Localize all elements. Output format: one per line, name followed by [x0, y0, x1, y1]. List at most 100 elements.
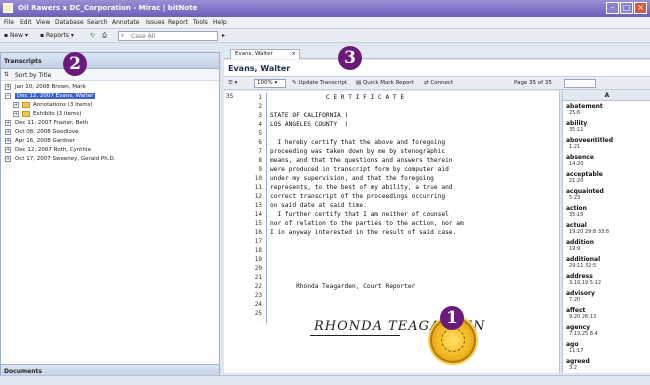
index-entry[interactable]: actual 19:20 29:8 33:8 — [566, 222, 650, 239]
index-refs[interactable]: 3:10,19 5:12 — [566, 280, 650, 286]
tree-subitem[interactable]: + Exhibits (3 items) — [1, 110, 219, 119]
expand-icon[interactable]: + — [5, 138, 11, 144]
index-refs[interactable]: 3:2 — [566, 365, 650, 371]
transcript-line[interactable]: represents, to the best of my ability, a… — [270, 183, 558, 192]
view-options-icon[interactable]: ☰ ▾ — [228, 80, 237, 86]
tree-item[interactable]: + Apr 16, 2008 Gardner — [1, 137, 219, 146]
collapse-icon[interactable]: − — [5, 93, 11, 99]
index-entry[interactable]: abatement 25:6 — [566, 103, 650, 120]
transcript-line[interactable]: were produced in transcript form by comp… — [270, 165, 558, 174]
transcript-line[interactable] — [270, 273, 558, 282]
menu-search[interactable]: Search — [87, 19, 108, 26]
menu-report[interactable]: Report — [168, 19, 188, 26]
transcript-line[interactable]: on said date at said time. — [270, 201, 558, 210]
index-refs[interactable]: 7:13,25 8:4 — [566, 331, 650, 337]
transcript-line[interactable]: I hereby certify that the above and fore… — [270, 138, 558, 147]
tree-item[interactable]: + Dec 11, 2007 Frazier, Beth — [1, 119, 219, 128]
transcript-line[interactable]: means, and that the questions and answer… — [270, 156, 558, 165]
index-entry[interactable]: agreed 3:2 — [566, 358, 650, 373]
index-entry[interactable]: agency 7:13,25 8:4 — [566, 324, 650, 341]
maximize-button[interactable]: □ — [620, 2, 633, 14]
index-refs[interactable]: 29:11 32:5 — [566, 263, 650, 269]
page-jump-input[interactable] — [564, 79, 596, 88]
menu-database[interactable]: Database — [55, 19, 84, 26]
index-refs[interactable]: 14:20 — [566, 161, 650, 167]
transcript-line[interactable] — [270, 246, 558, 255]
expand-icon[interactable]: + — [5, 147, 11, 153]
transcript-line[interactable] — [270, 129, 558, 138]
index-refs[interactable]: 35:11 — [566, 127, 650, 133]
transcript-line[interactable]: I in anyway interested in the result of … — [270, 228, 558, 237]
minimize-button[interactable]: – — [606, 2, 619, 14]
expand-icon[interactable]: + — [13, 102, 19, 108]
transcript-line[interactable] — [270, 300, 558, 309]
index-refs[interactable]: 19:9 — [566, 246, 650, 252]
tab-evans-walter[interactable]: Evans, Walter × — [230, 49, 300, 59]
transcript-line[interactable] — [270, 237, 558, 246]
index-refs[interactable]: 19:20 29:8 33:8 — [566, 229, 650, 235]
index-refs[interactable]: 5:23 — [566, 195, 650, 201]
tree-subitem[interactable]: + Annotations (3 items) — [1, 101, 219, 110]
tree-item[interactable]: + Oct 17, 2007 Sweeney, Gerald Ph.D. — [1, 155, 219, 164]
transcript-line[interactable]: LOS ANGELES COUNTY ) — [270, 120, 558, 129]
close-button[interactable]: × — [634, 2, 647, 14]
tree-item[interactable]: + Dec 12, 2007 Roth, Cynthia — [1, 146, 219, 155]
close-tab-icon[interactable]: × — [291, 50, 296, 59]
transcript-line[interactable] — [270, 255, 558, 264]
index-entry[interactable]: absence 14:20 — [566, 154, 650, 171]
expand-icon[interactable]: + — [5, 120, 11, 126]
menu-file[interactable]: File — [4, 19, 14, 26]
transcript-line[interactable] — [270, 309, 558, 318]
index-entry[interactable]: addition 19:9 — [566, 239, 650, 256]
index-refs[interactable]: 25:6 — [566, 110, 650, 116]
index-entry[interactable]: address 3:10,19 5:12 — [566, 273, 650, 290]
transcript-line[interactable]: C E R T I F I C A T E — [270, 93, 558, 102]
transcript-line[interactable] — [270, 291, 558, 300]
index-entry[interactable]: acceptable 21:20 — [566, 171, 650, 188]
transcript-line[interactable]: under my supervision, and that the foreg… — [270, 174, 558, 183]
index-refs[interactable]: 35:15 — [566, 212, 650, 218]
transcript-text[interactable]: C E R T I F I C A T E STATE OF CALIFORNIA… — [270, 93, 558, 318]
transcript-line[interactable]: I further certify that I am neither of c… — [270, 210, 558, 219]
expand-icon[interactable]: + — [13, 111, 19, 117]
index-entry[interactable]: acquainted 5:23 — [566, 188, 650, 205]
transcript-line[interactable]: correct transcript of the proceedings oc… — [270, 192, 558, 201]
index-entry[interactable]: ago 11:17 — [566, 341, 650, 358]
tree-item-selected[interactable]: − Dec 12, 2007 Evans, Walter — [1, 92, 219, 101]
expand-icon[interactable]: + — [5, 84, 11, 90]
transcript-line[interactable]: STATE OF CALIFORNIA ) — [270, 111, 558, 120]
refresh-icon[interactable]: ↻ — [90, 31, 95, 41]
index-entry[interactable]: action 35:15 — [566, 205, 650, 222]
index-refs[interactable]: 11:17 — [566, 348, 650, 354]
menu-help[interactable]: Help — [213, 19, 227, 26]
expand-icon[interactable]: + — [5, 156, 11, 162]
index-refs[interactable]: 21:20 — [566, 178, 650, 184]
transcript-line[interactable]: nor of relation to the parties to the ac… — [270, 219, 558, 228]
menu-tools[interactable]: Tools — [193, 19, 208, 26]
zoom-select[interactable]: 100% ▾ — [254, 79, 286, 88]
index-entry[interactable]: advisory 7:20 — [566, 290, 650, 307]
print-icon[interactable]: ⎙ — [102, 31, 107, 41]
index-refs[interactable]: 9:20 26:13 — [566, 314, 650, 320]
connect-button[interactable]: ⇄ Connect — [424, 80, 453, 86]
reports-button[interactable]: ▪ Reports ▾ — [40, 31, 74, 41]
tree-item[interactable]: + Jan 10, 2008 Brown, Mark — [1, 83, 219, 92]
menu-annotate[interactable]: Annotate — [112, 19, 139, 26]
transcript-line[interactable] — [270, 102, 558, 111]
quick-mark-report-button[interactable]: ▤ Quick Mark Report — [356, 80, 414, 86]
transcript-line[interactable]: Rhonda Teagarden, Court Reporter — [270, 282, 558, 291]
new-button[interactable]: ▪ New ▾ — [4, 31, 28, 41]
index-entry[interactable]: additional 29:11 32:5 — [566, 256, 650, 273]
index-entry[interactable]: affect 9:20 26:13 — [566, 307, 650, 324]
menu-edit[interactable]: Edit — [20, 19, 32, 26]
update-transcript-button[interactable]: ✎ Update Transcript — [292, 80, 347, 86]
index-refs[interactable]: 7:20 — [566, 297, 650, 303]
index-entry[interactable]: aboveentitled 1:21 — [566, 137, 650, 154]
index-refs[interactable]: 1:21 — [566, 144, 650, 150]
transcript-line[interactable]: proceeding was taken down by me by steno… — [270, 147, 558, 156]
search-input[interactable] — [118, 31, 218, 41]
menu-issues[interactable]: Issues — [146, 19, 165, 26]
tree-item[interactable]: + Oct 08, 2008 Goodlove — [1, 128, 219, 137]
sort-by-control[interactable]: ⇅ Sort by Title — [1, 69, 219, 81]
menu-view[interactable]: View — [36, 19, 50, 26]
